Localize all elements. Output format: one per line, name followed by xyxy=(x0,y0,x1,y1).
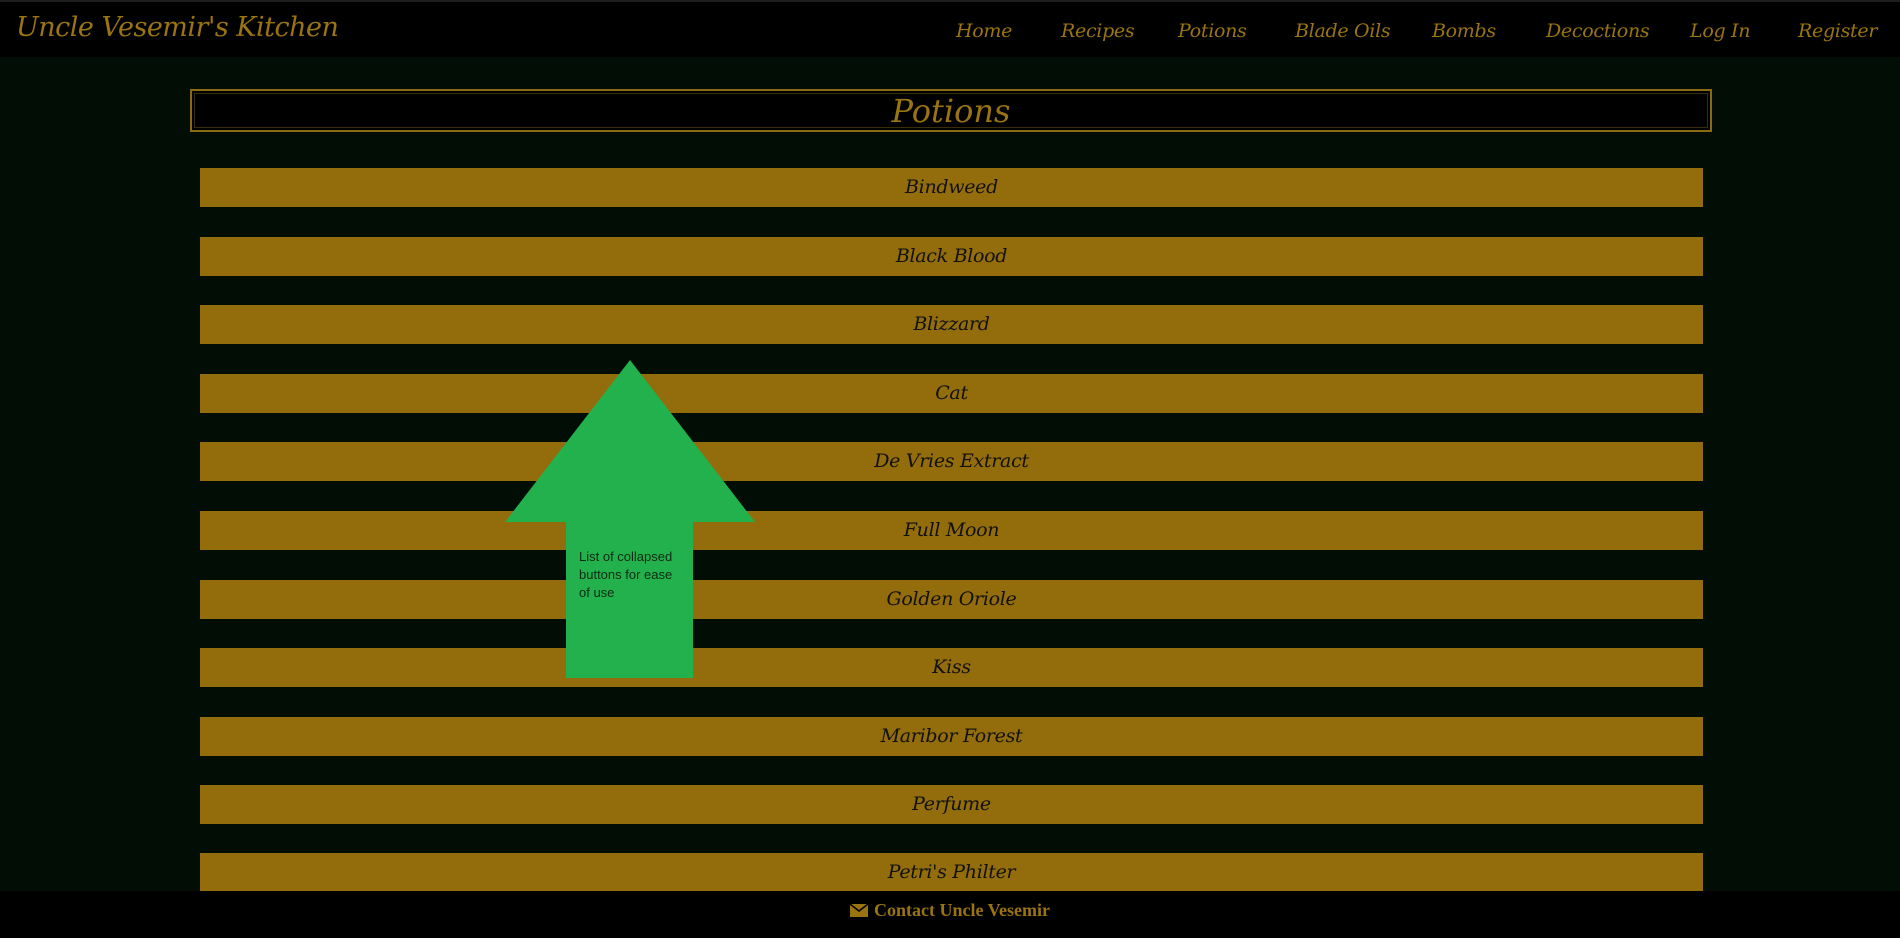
nav-link-potions[interactable]: Potions xyxy=(1178,20,1247,42)
envelope-icon xyxy=(850,904,869,917)
up-arrow-icon xyxy=(505,360,755,678)
potion-button-bindweed[interactable]: Bindweed xyxy=(200,168,1703,207)
brand-logo[interactable]: Uncle Vesemir's Kitchen xyxy=(16,12,339,43)
nav-link-log-in[interactable]: Log In xyxy=(1690,20,1751,42)
potion-button-cat[interactable]: Cat xyxy=(200,374,1703,413)
nav-link-decoctions[interactable]: Decoctions xyxy=(1546,20,1650,42)
potion-button-de-vries-extract[interactable]: De Vries Extract xyxy=(200,442,1703,481)
potion-button-maribor-forest[interactable]: Maribor Forest xyxy=(200,717,1703,756)
potion-button-petris-philter[interactable]: Petri's Philter xyxy=(200,853,1703,892)
contact-label: Contact Uncle Vesemir xyxy=(874,900,1050,920)
navbar: Uncle Vesemir's Kitchen Home Recipes Pot… xyxy=(0,0,1900,57)
potion-button-golden-oriole[interactable]: Golden Oriole xyxy=(200,580,1703,619)
potion-button-kiss[interactable]: Kiss xyxy=(200,648,1703,687)
nav-link-register[interactable]: Register xyxy=(1798,20,1877,42)
page-title-box: Potions xyxy=(190,89,1712,132)
nav-link-blade-oils[interactable]: Blade Oils xyxy=(1295,20,1391,42)
annotation-text: List of collapsed buttons for ease of us… xyxy=(579,549,673,600)
potion-button-black-blood[interactable]: Black Blood xyxy=(200,237,1703,276)
nav-link-home[interactable]: Home xyxy=(956,20,1012,42)
potion-button-perfume[interactable]: Perfume xyxy=(200,785,1703,824)
potion-button-blizzard[interactable]: Blizzard xyxy=(200,305,1703,344)
nav-link-bombs[interactable]: Bombs xyxy=(1432,20,1496,42)
footer: Contact Uncle Vesemir xyxy=(0,891,1900,938)
nav-link-recipes[interactable]: Recipes xyxy=(1061,20,1135,42)
page-title: Potions xyxy=(891,92,1011,130)
contact-link[interactable]: Contact Uncle Vesemir xyxy=(850,900,1050,921)
potion-button-full-moon[interactable]: Full Moon xyxy=(200,511,1703,550)
